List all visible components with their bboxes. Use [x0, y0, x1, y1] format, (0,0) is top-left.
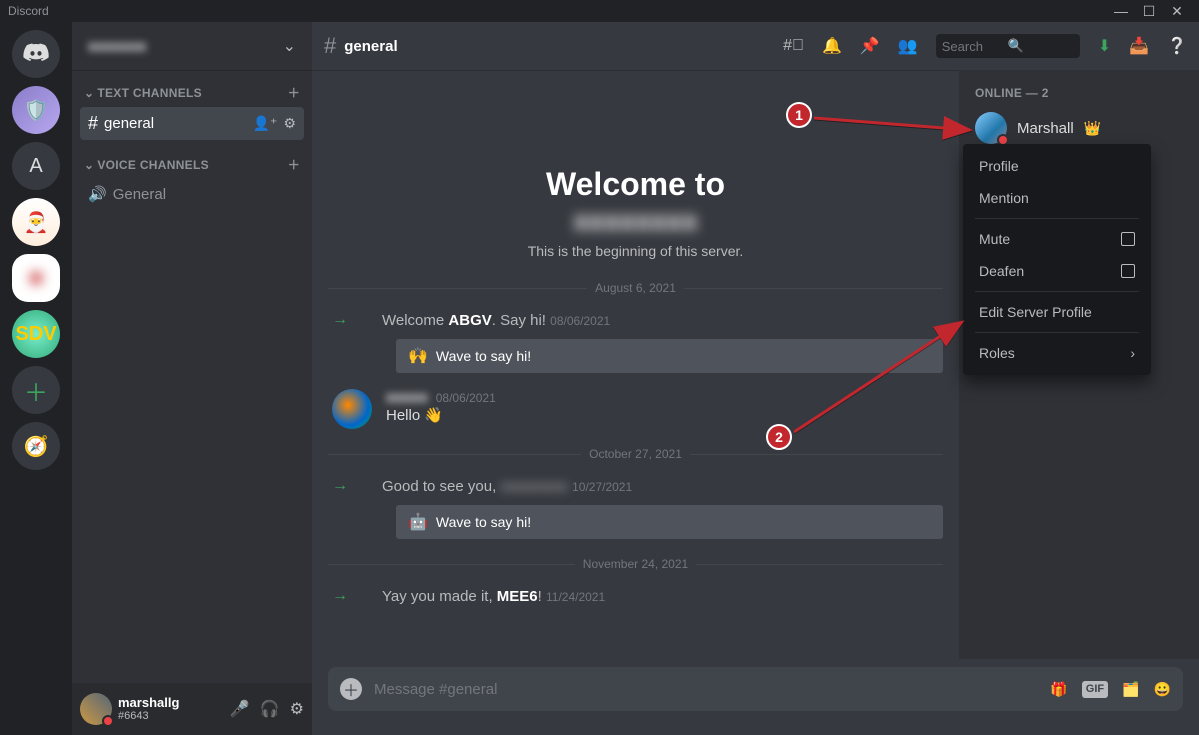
crown-icon: 👑: [1084, 120, 1101, 137]
discord-home-button[interactable]: [12, 30, 60, 78]
channel-label: General: [113, 186, 166, 203]
app-title: Discord: [8, 4, 49, 18]
ctx-mention[interactable]: Mention: [969, 182, 1145, 214]
ctx-profile[interactable]: Profile: [969, 150, 1145, 182]
ctx-mute[interactable]: Mute: [969, 223, 1145, 255]
wave-emoji-icon: 🤖: [408, 512, 428, 532]
system-message: → Good to see you, xxxxxxxxx 10/27/2021: [328, 471, 943, 501]
wave-emoji-icon: 👋: [424, 407, 443, 424]
join-arrow-icon: →: [332, 311, 348, 329]
notifications-icon[interactable]: 🔔: [822, 36, 842, 56]
date-divider: November 24, 2021: [583, 557, 688, 571]
window-maximize-icon[interactable]: ☐: [1135, 3, 1163, 20]
join-arrow-icon: →: [332, 587, 348, 605]
window-close-icon[interactable]: ✕: [1163, 3, 1191, 20]
channel-label: general: [104, 115, 154, 132]
welcome-subtitle: This is the beginning of this server.: [328, 243, 943, 259]
server-header[interactable]: xxxxxxx ⌄: [72, 22, 312, 70]
attach-icon[interactable]: ＋: [340, 678, 362, 700]
guild-item[interactable]: 🎅: [12, 198, 60, 246]
add-server-button[interactable]: ＋: [12, 366, 60, 414]
members-icon[interactable]: 👥: [898, 36, 918, 56]
wave-button[interactable]: 🤖Wave to say hi!: [396, 505, 943, 539]
avatar[interactable]: [332, 389, 372, 429]
guild-item[interactable]: A: [12, 142, 60, 190]
voice-channel-general[interactable]: 🔊 General: [80, 179, 304, 209]
sticker-icon[interactable]: 🗂️: [1122, 681, 1139, 698]
chevron-down-icon: ⌄: [283, 36, 296, 56]
explore-servers-button[interactable]: 🧭: [12, 422, 60, 470]
member-row[interactable]: Marshall 👑 Profile Mention Mute Deafen E…: [967, 108, 1191, 148]
add-channel-icon[interactable]: ＋: [288, 84, 300, 101]
gift-icon[interactable]: 🎁: [1050, 681, 1067, 698]
members-header: ONLINE — 2: [967, 86, 1191, 108]
hash-icon: #: [88, 113, 98, 134]
gif-button[interactable]: GIF: [1082, 681, 1108, 698]
member-name: Marshall: [1017, 120, 1074, 137]
voice-channels-category[interactable]: ⌄VOICE CHANNELS ＋: [80, 150, 304, 179]
wave-emoji-icon: 🙌: [408, 346, 428, 366]
speaker-icon: 🔊: [88, 185, 107, 203]
checkbox-icon: [1121, 264, 1135, 278]
join-arrow-icon: →: [332, 477, 348, 495]
annotation-badge-2: 2: [766, 424, 792, 450]
text-channels-category[interactable]: ⌄TEXT CHANNELS ＋: [80, 78, 304, 107]
composer-placeholder: Message #general: [374, 681, 1038, 698]
user-name: marshallg: [118, 696, 224, 710]
guild-item-selected[interactable]: ■: [12, 254, 60, 302]
annotation-arrow-2: [794, 318, 970, 436]
date-divider: August 6, 2021: [595, 281, 676, 295]
system-message: → Yay you made it, MEE6! 11/24/2021: [328, 581, 943, 611]
user-tag: #6643: [118, 710, 224, 722]
ctx-deafen[interactable]: Deafen: [969, 255, 1145, 287]
channel-title: general: [344, 38, 397, 55]
threads-icon[interactable]: #⃣: [783, 37, 804, 55]
status-dnd-icon: [102, 715, 114, 727]
guild-item[interactable]: SDV: [12, 310, 60, 358]
user-settings-icon[interactable]: ⚙: [290, 699, 304, 719]
checkbox-icon: [1121, 232, 1135, 246]
pinned-icon[interactable]: 📌: [860, 36, 880, 56]
add-channel-icon[interactable]: ＋: [288, 156, 300, 173]
inbox-icon[interactable]: 📥: [1129, 36, 1149, 56]
channel-general[interactable]: # general 👤⁺ ⚙: [80, 107, 304, 140]
chevron-right-icon: ›: [1130, 345, 1135, 361]
ctx-roles[interactable]: Roles›: [969, 337, 1145, 369]
emoji-icon[interactable]: 😀: [1154, 681, 1171, 698]
annotation-arrow-1: [814, 106, 980, 140]
channel-settings-icon[interactable]: ⚙: [283, 115, 296, 132]
message-composer[interactable]: ＋ Message #general 🎁 GIF 🗂️ 😀: [328, 667, 1183, 711]
member-list: ONLINE — 2 Marshall 👑 Profile Mention Mu…: [959, 70, 1199, 659]
welcome-title: Welcome to: [328, 166, 943, 203]
download-icon[interactable]: ⬇: [1098, 36, 1111, 56]
window-minimize-icon[interactable]: —: [1107, 3, 1135, 19]
create-invite-icon[interactable]: 👤⁺: [253, 115, 278, 132]
search-icon: 🔍: [1008, 38, 1074, 54]
avatar[interactable]: [80, 693, 112, 725]
user-panel: marshallg #6643 🎤 🎧 ⚙: [72, 683, 312, 735]
mute-icon[interactable]: 🎤: [230, 699, 250, 719]
ctx-edit-server-profile[interactable]: Edit Server Profile: [969, 296, 1145, 328]
hash-icon: #: [324, 33, 336, 59]
date-divider: October 27, 2021: [589, 447, 682, 461]
user-context-menu: Profile Mention Mute Deafen Edit Server …: [963, 144, 1151, 375]
deafen-icon[interactable]: 🎧: [260, 699, 280, 719]
search-input[interactable]: Search🔍: [936, 34, 1080, 58]
guild-item[interactable]: 🛡️: [12, 86, 60, 134]
guild-rail: 🛡️ A 🎅 ■ SDV ＋ 🧭: [0, 22, 72, 735]
help-icon[interactable]: ❔: [1167, 36, 1187, 56]
annotation-badge-1: 1: [786, 102, 812, 128]
